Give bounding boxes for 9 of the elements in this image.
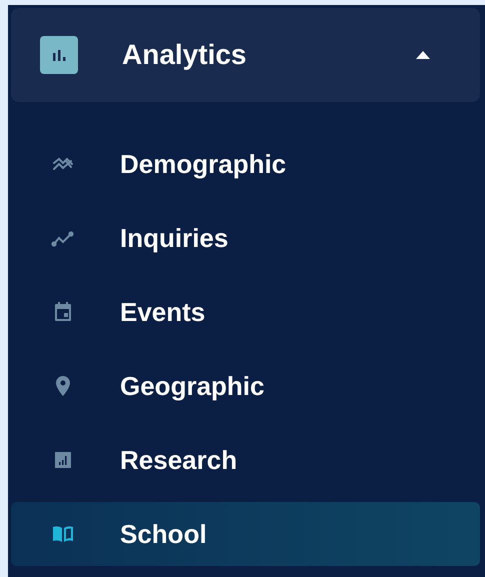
analytics-section-header[interactable]: Analytics xyxy=(11,8,480,102)
sidebar-item[interactable]: Inquiries xyxy=(11,206,480,270)
sidebar-item[interactable]: Geographic xyxy=(11,354,480,418)
sidebar-item[interactable]: Demographic xyxy=(11,132,480,196)
caret-icon xyxy=(416,51,430,59)
bar-chart-icon xyxy=(40,36,78,74)
sidebar-item[interactable]: School xyxy=(11,502,480,566)
sidebar-item[interactable]: Research xyxy=(11,428,480,492)
sidebar-item[interactable]: Events xyxy=(11,280,480,344)
